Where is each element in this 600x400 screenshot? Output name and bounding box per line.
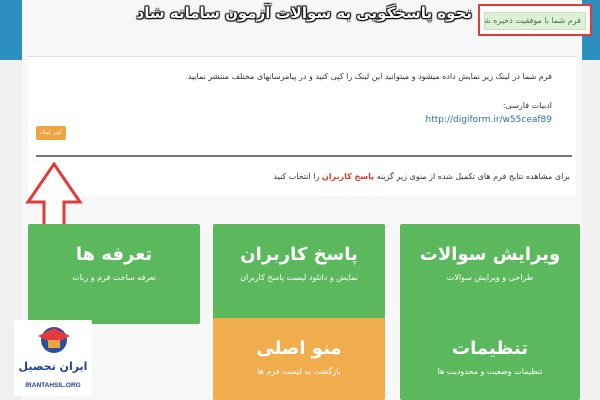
graduation-cap-icon bbox=[38, 327, 70, 353]
watermark-url: IRANTAHSIL.ORG bbox=[25, 382, 81, 389]
success-alert: فرم شما با موفقیت ذخیره شد bbox=[484, 12, 586, 30]
tile-title: منو اصلی bbox=[256, 338, 342, 359]
copy-link-button[interactable]: کپی لینک bbox=[36, 126, 66, 140]
tile-settings[interactable]: تنظیمات تنظیمات وضعیت و محدودیت ها bbox=[400, 318, 580, 400]
watermark-brand: ایران تحصیل bbox=[18, 360, 88, 373]
results-note: برای مشاهده نتایج فرم های تکمیل شده از م… bbox=[273, 172, 570, 181]
tile-edit-questions[interactable]: ویرایش سوالات طراحی و ویرایش سوالات bbox=[400, 224, 580, 324]
tile-title: تنظیمات bbox=[452, 338, 528, 359]
share-description: فرم شما در لینک زیر نمایش داده میشود و م… bbox=[187, 72, 552, 81]
tile-title: تعرفه ها bbox=[75, 244, 153, 265]
tile-subtitle: طراحی و ویرایش سوالات bbox=[446, 273, 534, 282]
overlay-title: نحوه پاسخگویی به سوالات آزمون سامانه شاد bbox=[136, 4, 472, 22]
tile-tariffs[interactable]: تعرفه ها تعرفه ساخت فرم و ربات bbox=[28, 224, 200, 324]
tile-subtitle: بازگشت به لیست فرم ها bbox=[257, 367, 341, 376]
watermark-logo: ایران تحصیل IRANTAHSIL.ORG bbox=[14, 320, 92, 396]
form-link[interactable]: http://digiform.ir/w55ceaf89 bbox=[425, 115, 552, 125]
tile-main-menu[interactable]: منو اصلی بازگشت به لیست فرم ها bbox=[213, 318, 385, 400]
tile-title: ویرایش سوالات bbox=[419, 244, 561, 265]
tile-user-responses[interactable]: پاسخ کاربران نمایش و دانلود لیست پاسخ کا… bbox=[213, 224, 385, 324]
results-note-before: برای مشاهده نتایج فرم های تکمیل شده از م… bbox=[374, 172, 570, 181]
tile-subtitle: تنظیمات وضعیت و محدودیت ها bbox=[437, 367, 543, 376]
divider bbox=[36, 155, 572, 157]
form-name-label: ادبیات فارسی: bbox=[502, 101, 552, 110]
tile-subtitle: نمایش و دانلود لیست پاسخ کاربران bbox=[240, 273, 358, 282]
tile-title: پاسخ کاربران bbox=[240, 244, 358, 265]
success-highlight-box: فرم شما با موفقیت ذخیره شد bbox=[478, 4, 592, 36]
tile-subtitle: تعرفه ساخت فرم و ربات bbox=[72, 273, 156, 282]
results-note-after: را انتخاب کنید bbox=[273, 172, 322, 181]
results-note-highlight: پاسخ کاربران bbox=[321, 172, 375, 181]
